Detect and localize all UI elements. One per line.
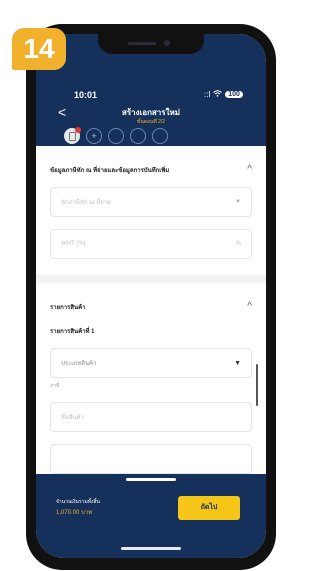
step-add-icon[interactable]: + [86, 128, 102, 144]
wht-placeholder: WHT (%) [61, 241, 86, 247]
wifi-icon [213, 90, 223, 99]
phone-frame: 10:01 ::l 100 < สร้างเอกสารใหม่ ขั้นตอนท… [26, 24, 276, 570]
chevron-up-icon[interactable]: ^ [247, 301, 252, 312]
phone-notch [98, 34, 204, 54]
step-badge: 14 [12, 28, 66, 70]
status-icons: ::l 100 [204, 90, 243, 99]
total-value: 1,070.00 บาท [56, 510, 93, 516]
product-name-input[interactable]: ชื่อสินค้า [50, 402, 252, 432]
chevron-down-icon: ▼ [234, 359, 241, 367]
item-heading: รายการสินค้าที่ 1 [50, 329, 95, 335]
total-label: จำนวนเงินรวมทั้งสิ้น [56, 499, 100, 505]
step-indicator: + [64, 127, 168, 144]
bottom-summary-bar: จำนวนเงินรวมทั้งสิ้น 1,070.00 บาท ถัดไป [36, 474, 266, 558]
step-empty-4 [130, 128, 146, 144]
step-empty-5 [152, 128, 168, 144]
section-tax-header[interactable]: ข้อมูลภาษีหัก ณ ที่จ่ายและข้อมูลการบันทึ… [50, 164, 252, 175]
section-items-header[interactable]: รายการสินค้า ^ [50, 301, 252, 312]
section-divider [36, 275, 266, 283]
product-type-placeholder: ประเภทสินค้า [61, 361, 97, 367]
scrollbar[interactable] [256, 364, 258, 406]
withholding-placeholder: หักภาษีหัก ณ ที่จ่าย [61, 200, 111, 206]
phone-screen: 10:01 ::l 100 < สร้างเอกสารใหม่ ขั้นตอนท… [36, 34, 266, 558]
camera-icon [164, 40, 170, 46]
withholding-tax-select[interactable]: หักภาษีหัก ณ ที่จ่าย ▼ [50, 187, 252, 217]
signal-icon: ::l [204, 90, 211, 99]
step-subtitle: ขั้นตอนที่ 2/2 [136, 119, 166, 125]
drag-handle[interactable] [126, 478, 176, 481]
product-name-placeholder: ชื่อสินค้า [61, 415, 84, 421]
tutorial-stage: 14 10:01 ::l 100 < สร้างเอกสารใหม่ ขั้นต… [0, 0, 281, 571]
product-type-hint: ภาษี [50, 383, 60, 389]
wht-percent-input[interactable]: WHT (%) % [50, 229, 252, 259]
home-indicator [121, 547, 181, 550]
section-tax-title: ข้อมูลภาษีหัก ณ ที่จ่ายและข้อมูลการบันทึ… [50, 167, 170, 174]
battery-icon: 100 [225, 91, 243, 98]
percent-unit: % [235, 241, 241, 247]
chevron-up-icon[interactable]: ^ [247, 164, 252, 175]
next-field-partial[interactable] [50, 444, 252, 474]
next-button[interactable]: ถัดไป [178, 496, 240, 520]
section-items-title: รายการสินค้า [50, 304, 86, 311]
product-type-select[interactable]: ประเภทสินค้า ▼ [50, 348, 252, 378]
form-content: ข้อมูลภาษีหัก ณ ที่จ่ายและข้อมูลการบันทึ… [36, 146, 266, 474]
speaker-grille [128, 42, 156, 45]
step-document-icon[interactable] [64, 127, 81, 144]
step-empty-3 [108, 128, 124, 144]
chevron-down-icon: ▼ [235, 199, 241, 205]
status-time: 10:01 [74, 90, 98, 100]
